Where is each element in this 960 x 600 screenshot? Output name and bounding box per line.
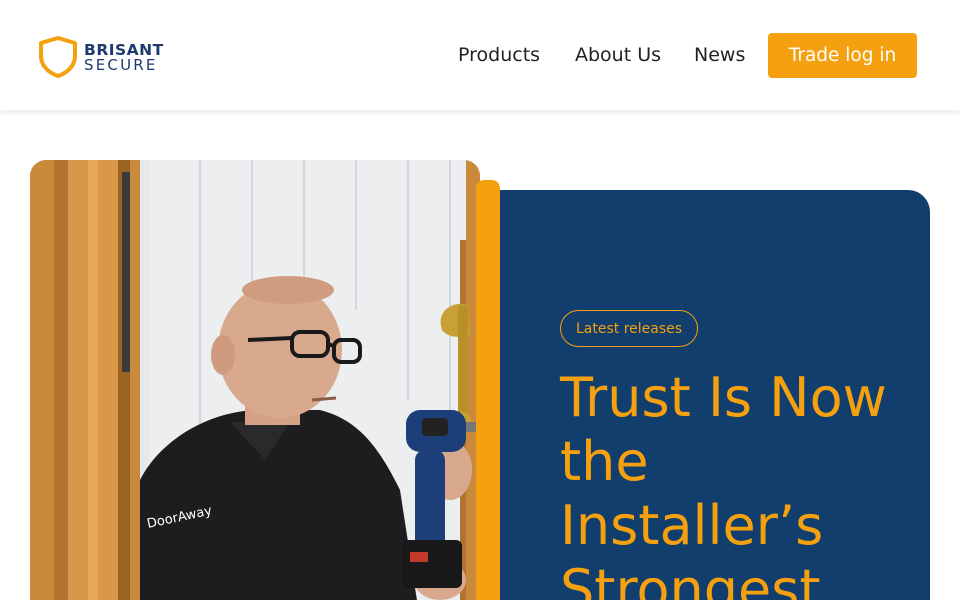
logo-wordmark: BRISANT SECURE [84,42,180,73]
hero-photo-installer: DoorAway [30,160,480,600]
nav-link-products[interactable]: Products [458,44,540,66]
nav-link-about-us[interactable]: About Us [575,44,661,66]
installer-illustration: DoorAway [30,160,480,600]
nav-link-news[interactable]: News [694,44,745,66]
trade-login-button[interactable]: Trade log in [768,33,917,78]
hero-accent-bar [476,180,500,600]
shield-icon [39,36,77,78]
hero-panel: Latest releases Trust Is Now the Install… [500,190,930,600]
hero-title: Trust Is Now the Installer’s Strongest [560,366,887,600]
brisant-secure-logo[interactable]: BRISANT SECURE [38,36,178,78]
logo-word-secure: SECURE [84,56,158,74]
latest-releases-badge[interactable]: Latest releases [560,310,699,347]
site-header: BRISANT SECURE Products About Us News Tr… [0,0,960,110]
